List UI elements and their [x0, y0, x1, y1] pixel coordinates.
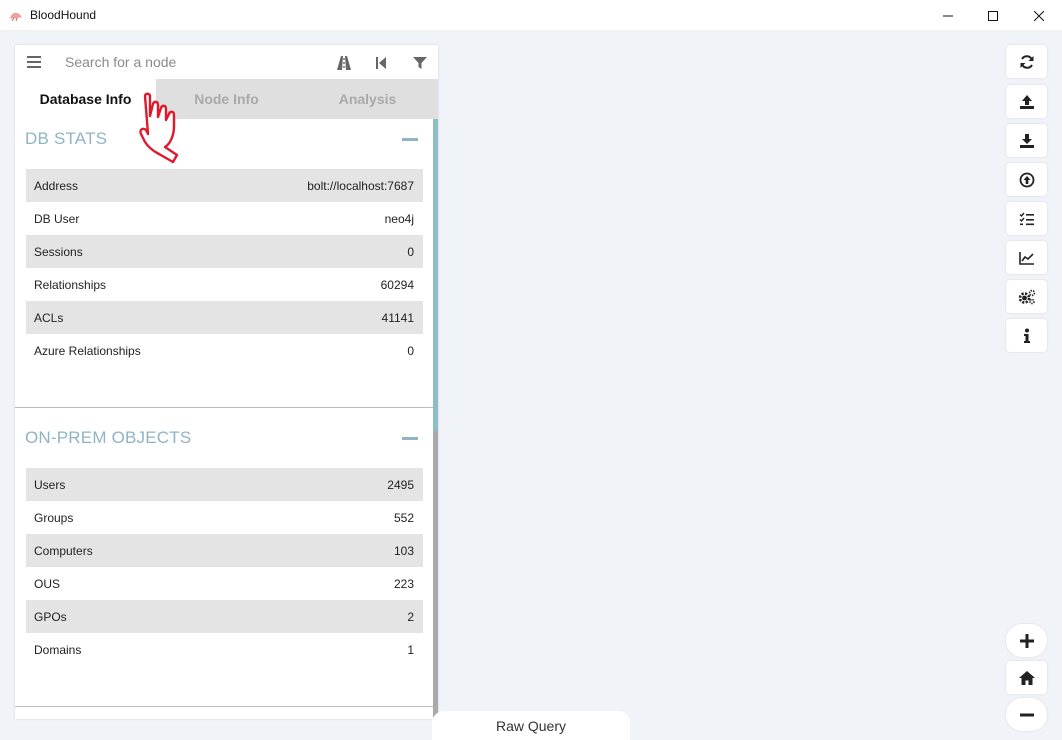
object-label: Users: [34, 477, 66, 492]
stat-row-relationships: Relationships 60294: [26, 268, 423, 301]
refresh-icon: [1020, 54, 1033, 69]
object-label: GPOs: [34, 609, 67, 624]
stat-value: neo4j: [384, 211, 414, 226]
raw-query-tab[interactable]: Raw Query: [432, 711, 630, 740]
stat-label: ACLs: [34, 310, 64, 325]
object-value: 223: [393, 576, 414, 591]
stat-label: Azure Relationships: [34, 343, 141, 358]
menu-icon[interactable]: [27, 55, 41, 73]
on-prem-collapse-icon[interactable]: [402, 437, 418, 440]
chart-button[interactable]: [1006, 241, 1047, 274]
minimize-button[interactable]: [925, 0, 971, 31]
stat-row-db-user: DB User neo4j: [26, 202, 423, 235]
stat-value: 41141: [381, 310, 414, 325]
object-row-users: Users 2495: [26, 468, 423, 501]
stat-label: Relationships: [34, 277, 107, 292]
object-row-gpos: GPOs 2: [26, 600, 423, 633]
zoom-in-icon: [1019, 633, 1034, 648]
object-label: Computers: [34, 543, 93, 558]
filter-icon[interactable]: [411, 54, 429, 72]
upload-button[interactable]: [1006, 85, 1047, 118]
maximize-button[interactable]: [970, 0, 1016, 31]
stat-label: Address: [34, 178, 79, 193]
object-label: OUS: [34, 576, 61, 591]
back-icon[interactable]: [372, 54, 390, 72]
object-value: 2495: [387, 477, 414, 492]
chart-icon: [1018, 251, 1034, 265]
object-row-ous: OUS 223: [26, 567, 423, 600]
stat-row-sessions: Sessions 0: [26, 235, 423, 268]
panel-tabs: Database Info Node Info Analysis: [15, 79, 438, 119]
scrollbar-thumb[interactable]: [433, 119, 438, 431]
section-divider: [15, 706, 433, 707]
info-icon: [1023, 328, 1030, 343]
stat-value: 0: [407, 343, 414, 358]
home-icon: [1018, 670, 1035, 685]
title-bar: BloodHound: [0, 0, 1062, 31]
close-button[interactable]: [1016, 0, 1062, 31]
stat-value: bolt://localhost:7687: [307, 178, 414, 193]
object-label: Groups: [34, 510, 74, 525]
maximize-icon: [988, 10, 998, 21]
upload-icon: [1019, 94, 1034, 109]
object-value: 103: [393, 543, 414, 558]
stat-row-azure-relationships: Azure Relationships 0: [26, 334, 423, 367]
db-stats-title[interactable]: DB STATS: [25, 129, 107, 149]
db-stats-collapse-icon[interactable]: [402, 138, 418, 141]
scrollbar-lower[interactable]: [433, 431, 438, 719]
section-divider: [15, 407, 433, 408]
object-value: 2: [407, 609, 414, 624]
tab-analysis[interactable]: Analysis: [297, 79, 438, 119]
settings-button[interactable]: [1006, 280, 1047, 313]
object-row-groups: Groups 552: [26, 501, 423, 534]
stat-value: 60294: [380, 277, 414, 292]
panel-content: DB STATS Address bolt://localhost:7687 D…: [15, 119, 438, 719]
queries-button[interactable]: [1006, 202, 1047, 235]
info-panel: Database Info Node Info Analysis DB STAT…: [15, 45, 438, 719]
object-label: Domains: [34, 642, 82, 657]
stat-value: 0: [407, 244, 414, 259]
search-bar: [15, 45, 438, 79]
download-button[interactable]: [1006, 124, 1047, 157]
refresh-button[interactable]: [1006, 45, 1047, 78]
on-prem-title[interactable]: ON-PREM OBJECTS: [25, 428, 191, 448]
object-row-domains: Domains 1: [26, 633, 423, 666]
download-icon: [1019, 133, 1034, 148]
zoom-in-button[interactable]: [1006, 624, 1047, 657]
stat-row-acls: ACLs 41141: [26, 301, 423, 334]
object-row-computers: Computers 103: [26, 534, 423, 567]
window-title: BloodHound: [30, 8, 97, 22]
settings-icon: [1018, 289, 1035, 304]
stat-row-address: Address bolt://localhost:7687: [26, 169, 423, 202]
search-input[interactable]: [63, 51, 327, 73]
stat-label: DB User: [34, 211, 80, 226]
import-icon: [1019, 172, 1034, 187]
minimize-icon: [943, 15, 953, 16]
hand-cursor-icon: [139, 92, 179, 164]
object-value: 1: [407, 642, 414, 657]
home-button[interactable]: [1006, 661, 1047, 694]
zoom-out-button[interactable]: [1006, 698, 1047, 731]
zoom-out-icon: [1019, 713, 1034, 716]
info-button[interactable]: [1006, 319, 1047, 352]
stat-label: Sessions: [34, 244, 83, 259]
import-button[interactable]: [1006, 163, 1047, 196]
bloodhound-icon: [9, 9, 23, 23]
tab-database-info[interactable]: Database Info: [15, 79, 156, 119]
object-value: 552: [393, 510, 414, 525]
queries-icon: [1019, 212, 1034, 225]
close-icon: [1034, 10, 1044, 21]
pathfinding-icon[interactable]: [335, 54, 353, 72]
